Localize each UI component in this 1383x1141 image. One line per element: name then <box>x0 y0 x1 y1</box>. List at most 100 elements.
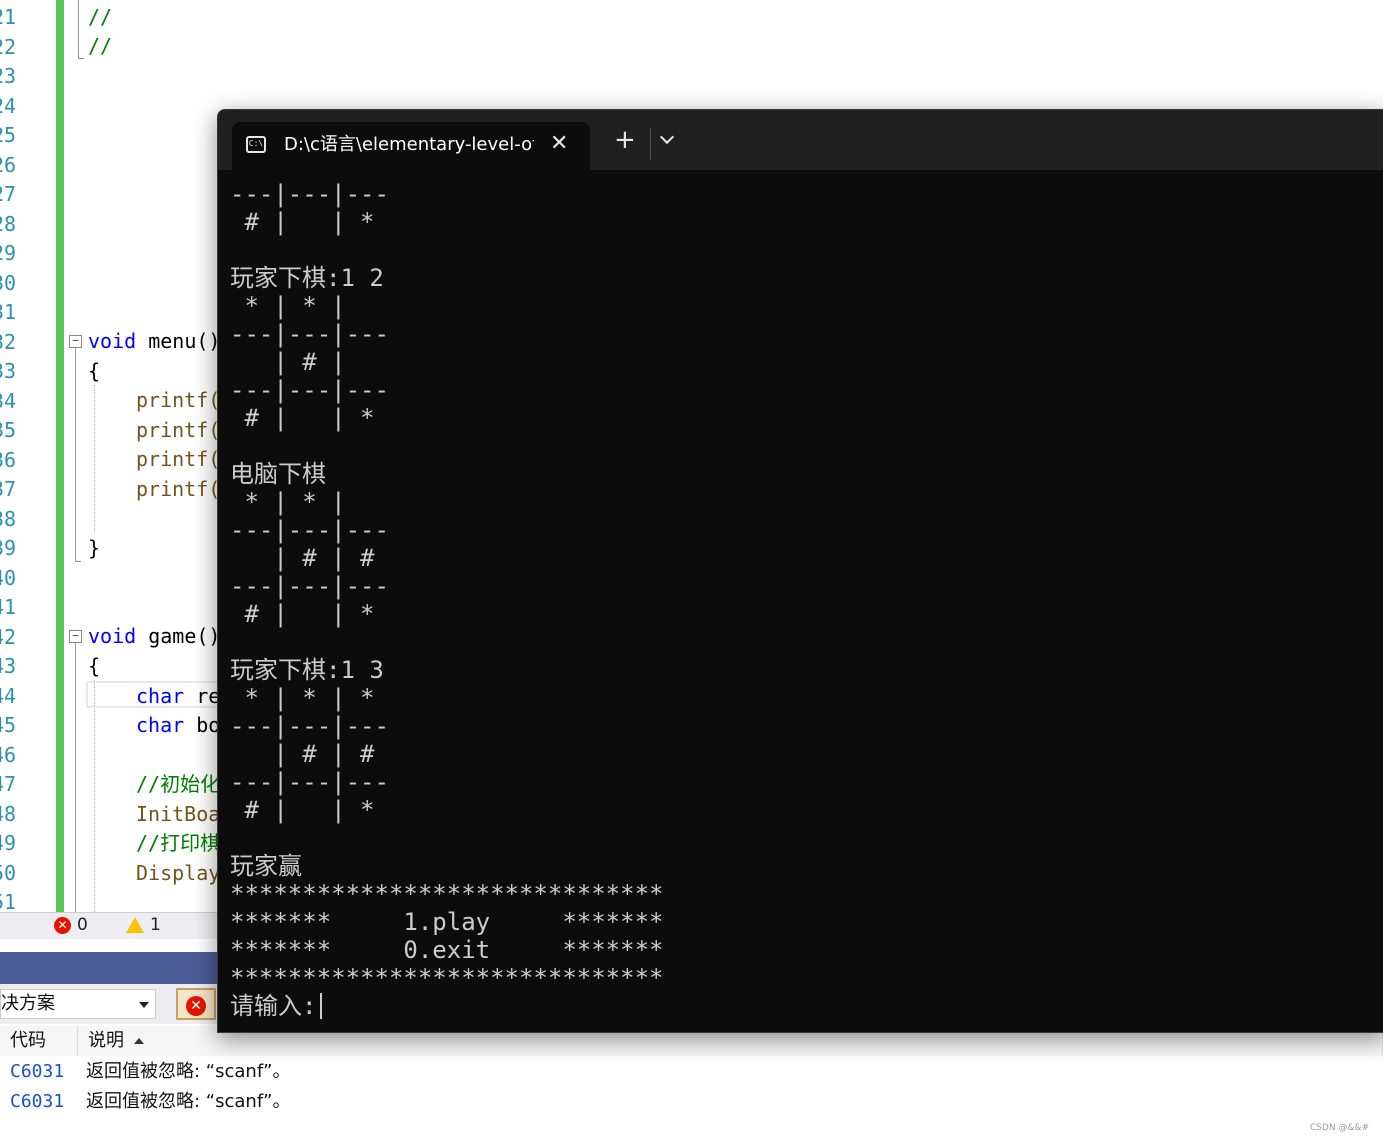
console-line: | # | <box>230 348 389 376</box>
console-line: | # | # <box>230 544 389 572</box>
line-number: 33 <box>0 359 17 383</box>
line-number: 40 <box>0 565 17 590</box>
line-number: 30 <box>0 270 17 295</box>
code-identifier: bo <box>184 713 221 737</box>
keyword-void: void <box>88 329 137 353</box>
error-description: 返回值被忽略: “scanf”。 <box>86 1061 291 1082</box>
console-prompt-line[interactable]: 请输入: <box>230 992 323 1020</box>
line-number: 44 <box>0 683 17 708</box>
chevron-down-icon[interactable] <box>659 129 675 145</box>
code-line-char-board: char bo <box>136 711 220 741</box>
fold-toggle-menu[interactable]: − <box>69 335 82 348</box>
line-number: 43 <box>0 654 17 678</box>
error-count[interactable]: ✕ 0 <box>54 915 88 935</box>
code-comment: //初始化 <box>136 772 221 796</box>
console-line: ---|---|--- <box>230 180 389 208</box>
code-comment: //打印棋 <box>136 831 221 855</box>
code-printf: printf( <box>136 388 221 412</box>
warning-count[interactable]: 1 <box>126 915 161 935</box>
fold-line <box>78 0 79 58</box>
line-number: 35 <box>0 418 17 442</box>
line-number: 46 <box>0 742 17 767</box>
console-line: ---|---|--- <box>230 572 389 600</box>
console-line: 电脑下棋 <box>230 460 326 488</box>
console-line: ---|---|--- <box>230 712 389 740</box>
console-prompt: 请输入: <box>230 992 317 1020</box>
line-number: 22 <box>0 34 17 59</box>
error-description: 返回值被忽略: “scanf”。 <box>86 1091 291 1112</box>
line-number: 37 <box>0 477 17 501</box>
errors-filter-button[interactable]: ✕ <box>176 988 216 1020</box>
fold-toggle-game[interactable]: − <box>69 630 82 643</box>
error-code-link[interactable]: C6031 <box>10 1087 64 1117</box>
error-icon: ✕ <box>186 996 206 1016</box>
console-line: 玩家赢 <box>230 852 302 880</box>
line-number: 24 <box>0 93 17 118</box>
code-brace: { <box>88 359 101 383</box>
code-display-call: Display <box>136 861 221 885</box>
text-cursor <box>320 993 323 1019</box>
console-line: ---|---|--- <box>230 376 389 404</box>
code-line-menu-decl: void menu() <box>88 327 220 357</box>
error-code-link[interactable]: C6031 <box>10 1057 64 1087</box>
command-prompt-icon: C:\ <box>246 136 266 153</box>
line-number: 28 <box>0 211 17 236</box>
indent-guide <box>94 680 95 912</box>
line-number: 21 <box>0 5 17 29</box>
console-line: ******* 0.exit ******* <box>230 936 664 964</box>
close-tab-icon[interactable]: ✕ <box>550 132 568 156</box>
code-printf: printf( <box>136 418 221 442</box>
console-line: # | | * <box>230 404 389 432</box>
line-number: 32 <box>0 329 17 354</box>
terminal-output[interactable]: ---|---|--- # | | * 玩家下棋:1 2 * | * | ---… <box>230 180 1370 1030</box>
keyword-void: void <box>88 624 137 648</box>
line-number: 47 <box>0 772 17 796</box>
code-identifier: re <box>184 684 221 708</box>
console-line: ****************************** <box>230 964 664 992</box>
new-tab-button[interactable]: + <box>614 127 636 153</box>
watermark: CSDN @&&# <box>1309 1123 1369 1133</box>
code-initboard-call: InitBoa <box>136 802 221 826</box>
terminal-tab[interactable]: C:\ D:\c语言\elementary-level-of- ✕ <box>232 122 590 170</box>
line-number: 50 <box>0 860 17 885</box>
console-line: # | | * <box>230 796 389 824</box>
column-header-label: 代码 <box>10 1030 46 1051</box>
console-line: ---|---|--- <box>230 320 389 348</box>
fold-end <box>78 58 84 59</box>
line-number: 51 <box>0 890 17 912</box>
code-printf: printf( <box>136 477 221 501</box>
console-line: ******* 1.play ******* <box>230 908 664 936</box>
fold-line <box>75 348 76 561</box>
console-line: ---|---|--- <box>230 768 389 796</box>
code-line-char-ret: char re <box>136 682 220 712</box>
error-icon: ✕ <box>54 916 71 934</box>
console-line: ****************************** <box>230 880 664 908</box>
column-header-code[interactable]: 代码 <box>0 1026 78 1056</box>
console-line: | # | # <box>230 740 389 768</box>
tab-title: D:\c语言\elementary-level-of- <box>284 134 534 155</box>
scope-dropdown[interactable]: 决方案 <box>0 989 156 1019</box>
console-line: # | | * <box>230 208 389 236</box>
line-number: 39 <box>0 536 17 560</box>
terminal-title-bar: C:\ D:\c语言\elementary-level-of- ✕ + <box>218 110 1383 170</box>
function-name-menu: menu() <box>136 329 221 353</box>
line-number-gutter: 21 22 23 24 25 26 27 28 29 30 31 32 33 34 35 36 37 38 39 40… <box>0 0 56 912</box>
line-number: 45 <box>0 713 17 737</box>
keyword-char: char <box>136 684 185 708</box>
line-number: 41 <box>0 595 17 619</box>
terminal-window[interactable]: C:\ D:\c语言\elementary-level-of- ✕ + ---|… <box>217 109 1383 1033</box>
divider <box>650 128 651 160</box>
line-number: 25 <box>0 123 17 147</box>
indent-guide <box>94 385 95 533</box>
line-number: 26 <box>0 152 17 177</box>
console-line: * | * | * <box>230 684 389 712</box>
chevron-down-icon <box>139 1002 149 1008</box>
code-comment: // <box>88 34 113 58</box>
fold-line <box>75 643 76 912</box>
change-tracking-bar <box>56 0 64 912</box>
keyword-char: char <box>136 713 185 737</box>
console-line: * | * | <box>230 292 389 320</box>
sort-ascending-icon <box>134 1038 144 1044</box>
console-line: ---|---|--- <box>230 516 389 544</box>
code-printf: printf( <box>136 447 221 471</box>
